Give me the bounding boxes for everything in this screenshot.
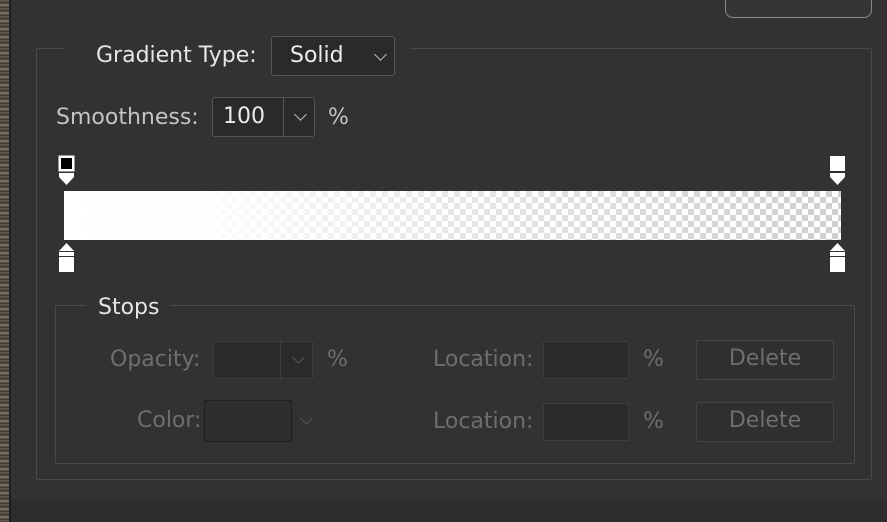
smoothness-value: 100 [223, 104, 265, 129]
chevron-down-icon[interactable] [292, 351, 305, 364]
smoothness-field[interactable]: 100 [212, 97, 315, 137]
delete-color-stop-button[interactable]: Delete [696, 402, 834, 442]
gradient-type-label: Gradient Type: [96, 43, 257, 68]
color-swatch[interactable] [204, 400, 292, 442]
color-location-label: Location: [433, 409, 534, 434]
opacity-label: Opacity: [110, 347, 201, 372]
opacity-stop-right-icon[interactable] [829, 155, 847, 189]
color-stop-left-icon[interactable] [58, 242, 76, 274]
opacity-location-label: Location: [433, 347, 534, 372]
color-location-field[interactable] [543, 403, 629, 441]
stops-title: Stops [98, 295, 160, 320]
delete-opacity-stop-button[interactable]: Delete [696, 340, 834, 380]
color-stop-right-icon[interactable] [829, 242, 847, 274]
color-location-unit: % [643, 409, 664, 434]
window-edge-shadow [9, 0, 11, 522]
opacity-field[interactable] [213, 341, 313, 379]
opacity-location-unit: % [643, 347, 664, 372]
opacity-divider [280, 342, 281, 378]
smoothness-divider [283, 98, 284, 136]
gradient-type-value: Solid [290, 43, 344, 68]
smoothness-label: Smoothness: [56, 105, 199, 130]
opacity-stop-left-icon[interactable] [58, 155, 76, 189]
gradient-preview-bar[interactable] [64, 191, 841, 240]
opacity-location-field[interactable] [543, 341, 629, 379]
color-label: Color: [137, 408, 202, 433]
opacity-unit: % [327, 347, 348, 372]
smoothness-unit: % [328, 105, 349, 130]
bottom-bar [11, 500, 887, 522]
top-right-button[interactable] [725, 0, 872, 18]
window-edge [0, 0, 9, 522]
chevron-down-icon [374, 48, 387, 61]
gradient-type-select[interactable]: Solid [271, 36, 395, 76]
chevron-down-icon[interactable] [294, 108, 307, 121]
